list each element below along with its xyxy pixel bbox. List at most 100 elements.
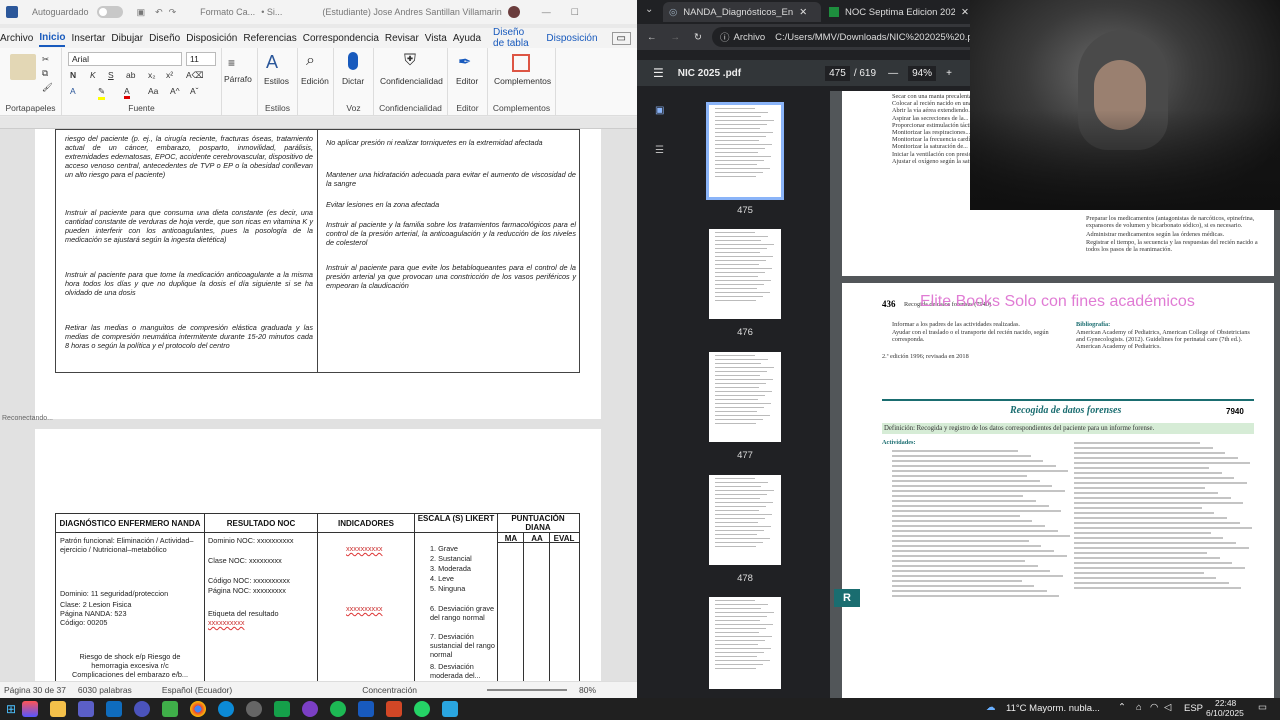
tab-disposicion-tabla[interactable]: Disposición bbox=[546, 31, 597, 46]
font-combo[interactable]: Arial bbox=[68, 52, 182, 66]
word-count[interactable]: 6030 palabras bbox=[78, 685, 132, 695]
tab-list-icon[interactable]: ⌄ bbox=[645, 4, 653, 15]
sensitivity-icon[interactable]: ⛨ bbox=[404, 52, 416, 70]
menu-icon[interactable]: ☰ bbox=[653, 66, 664, 80]
reload-icon[interactable]: ↻ bbox=[694, 32, 702, 43]
outlook-icon[interactable] bbox=[106, 701, 123, 717]
clear-format-icon[interactable]: A⌫ bbox=[186, 70, 204, 81]
addins-button[interactable]: Complementos bbox=[494, 76, 551, 86]
microphone-icon[interactable] bbox=[348, 52, 358, 70]
editor-icon[interactable]: ✒ bbox=[458, 52, 471, 72]
ruler[interactable] bbox=[0, 117, 637, 129]
teams-icon[interactable] bbox=[78, 701, 95, 717]
clock-time[interactable]: 22:48 bbox=[1215, 698, 1236, 708]
thumbnail-478[interactable] bbox=[709, 475, 781, 565]
editing-group[interactable]: ⌕ Edición bbox=[298, 48, 334, 116]
wifi-icon[interactable]: ◠ bbox=[1150, 702, 1158, 713]
tab-revisar[interactable]: Revisar bbox=[385, 31, 419, 46]
edge-icon[interactable] bbox=[218, 701, 235, 717]
whatsapp-icon[interactable] bbox=[414, 701, 431, 717]
tab-correspondencia[interactable]: Correspondencia bbox=[303, 31, 379, 46]
chevron-up-icon[interactable]: ⌃ bbox=[1118, 702, 1126, 713]
language[interactable]: Español (Ecuador) bbox=[162, 685, 232, 695]
shrink-font-icon[interactable]: Aˇ bbox=[190, 86, 199, 96]
notification-center-icon[interactable]: ▭ bbox=[1258, 702, 1267, 713]
chrome-icon[interactable] bbox=[190, 701, 207, 717]
focus-mode[interactable]: Concentración bbox=[362, 685, 417, 695]
forward-icon[interactable]: → bbox=[671, 32, 681, 43]
thumbnails-icon[interactable]: ▣ bbox=[655, 105, 664, 116]
zoom-input[interactable]: 94% bbox=[908, 65, 937, 81]
highlight-icon[interactable]: ✎ bbox=[98, 86, 106, 100]
outline-icon[interactable]: ☰ bbox=[655, 145, 664, 156]
vpn-icon[interactable] bbox=[134, 701, 151, 717]
thumbnail-479[interactable] bbox=[709, 597, 781, 689]
copy-icon[interactable]: ⧉ bbox=[42, 68, 48, 79]
discord-icon[interactable] bbox=[302, 701, 319, 717]
tab-vista[interactable]: Vista bbox=[425, 31, 447, 46]
spotify-icon[interactable] bbox=[330, 701, 347, 717]
font-size-combo[interactable]: 11 bbox=[186, 52, 216, 66]
tab-insertar[interactable]: Insertar bbox=[71, 31, 105, 46]
clock-date[interactable]: 6/10/2025 bbox=[1206, 708, 1244, 718]
page-count[interactable]: Página 30 de 37 bbox=[4, 685, 66, 695]
word-taskbar-icon[interactable] bbox=[358, 701, 375, 717]
tab-dibujar[interactable]: Dibujar bbox=[111, 31, 143, 46]
paragraph-group[interactable]: ≡ Párrafo bbox=[222, 48, 258, 116]
font-color-icon[interactable]: A bbox=[124, 86, 130, 99]
close-icon[interactable]: ✕ bbox=[961, 7, 969, 18]
minimize-icon[interactable]: — bbox=[542, 7, 551, 17]
format-painter-icon[interactable]: 🖌 bbox=[42, 82, 53, 93]
user-name[interactable]: (Estudiante) Jose Andres Santillan Villa… bbox=[322, 7, 501, 17]
styles-icon[interactable]: A bbox=[266, 52, 278, 73]
text-effects-icon[interactable]: A bbox=[70, 86, 76, 96]
avatar[interactable] bbox=[507, 6, 520, 18]
network-icon[interactable]: ⌂ bbox=[1136, 702, 1142, 713]
document-page-2[interactable]: DIAGNÓSTICO ENFERMERO NANDA RESULTADO NO… bbox=[35, 429, 601, 681]
copilot-icon[interactable] bbox=[22, 701, 39, 717]
tab-nanda[interactable]: ◎ NANDA_Diagnósticos_Enferme ✕ bbox=[663, 2, 821, 22]
tab-archivo[interactable]: Archivo bbox=[0, 31, 33, 46]
document-canvas[interactable]: riesgo del paciente (p. ej., la cirugía … bbox=[0, 129, 637, 681]
tab-diseno[interactable]: Diseño bbox=[149, 31, 180, 46]
thumbnail-476[interactable] bbox=[709, 229, 781, 319]
weather-icon[interactable]: ☁ bbox=[986, 702, 996, 713]
editing-button[interactable]: Edición bbox=[301, 76, 329, 86]
search-icon[interactable]: ⌕ bbox=[306, 52, 315, 70]
tab-inicio[interactable]: Inicio bbox=[39, 30, 66, 47]
change-case-icon[interactable]: Aa bbox=[148, 86, 158, 96]
redo-icon[interactable]: ↷ bbox=[169, 7, 177, 18]
page-input[interactable]: 475 bbox=[825, 65, 850, 81]
close-icon[interactable]: ✕ bbox=[799, 7, 807, 18]
app-icon[interactable] bbox=[162, 701, 179, 717]
bold-icon[interactable]: N bbox=[70, 70, 76, 80]
tab-noc[interactable]: NOC Septima Edicion 2024 | P ✕ bbox=[823, 2, 971, 22]
zoom-slider[interactable] bbox=[487, 689, 568, 691]
maximize-icon[interactable]: ☐ bbox=[571, 7, 579, 18]
document-page[interactable]: riesgo del paciente (p. ej., la cirugía … bbox=[35, 129, 601, 419]
tab-ayuda[interactable]: Ayuda bbox=[453, 31, 481, 46]
url-text[interactable]: C:/Users/MMV/Downloads/NIC%202025%20.p bbox=[775, 32, 972, 43]
sensitivity-button[interactable]: Confidencialidad bbox=[380, 76, 443, 86]
tab-referencias[interactable]: Referencias bbox=[243, 31, 296, 46]
styles-button[interactable]: Estilos bbox=[264, 76, 289, 86]
save-icon[interactable]: ▣ bbox=[137, 7, 146, 18]
addins-icon[interactable] bbox=[512, 54, 530, 72]
windows-start-icon[interactable]: ⊞ bbox=[6, 702, 16, 716]
paragraph-icon[interactable]: ≡ bbox=[228, 56, 235, 70]
zoom-in-icon[interactable]: + bbox=[946, 68, 952, 79]
cut-icon[interactable]: ✂ bbox=[42, 54, 49, 65]
undo-icon[interactable]: ↶ bbox=[155, 7, 163, 18]
superscript-icon[interactable]: x² bbox=[166, 70, 173, 80]
thumbnail-475[interactable] bbox=[706, 102, 784, 200]
italic-icon[interactable]: K bbox=[90, 70, 96, 80]
editor-button[interactable]: Editor bbox=[456, 76, 478, 86]
language-indicator[interactable]: ESP bbox=[1184, 703, 1203, 714]
calculator-icon[interactable] bbox=[274, 701, 291, 717]
telegram-icon[interactable] bbox=[442, 701, 459, 717]
grow-font-icon[interactable]: A^ bbox=[170, 86, 180, 96]
notifications-icon[interactable] bbox=[246, 701, 263, 717]
autosave-toggle[interactable] bbox=[96, 6, 123, 18]
paste-icon[interactable] bbox=[10, 54, 36, 80]
zoom-out-icon[interactable]: — bbox=[888, 68, 898, 79]
